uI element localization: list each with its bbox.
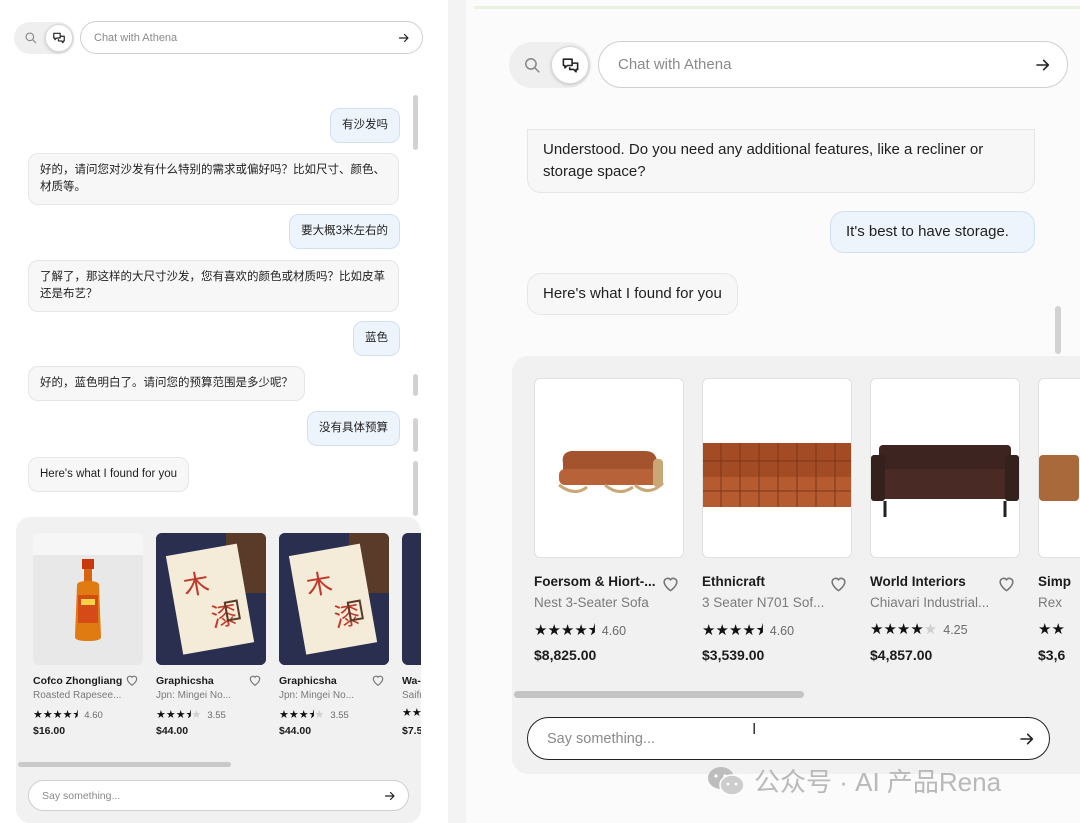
say-placeholder: Say something... xyxy=(42,789,121,802)
product-brand: Simp xyxy=(1038,574,1072,589)
product-rating: ★★★★⯨ 4.60 xyxy=(534,622,627,639)
chat-bubbles-icon[interactable] xyxy=(551,46,589,84)
assistant-message: 好的，请问您对沙发有什么特别的需求或偏好吗？比如尺寸、颜色、材质等。 xyxy=(28,153,399,205)
say-something-input[interactable]: Say something... xyxy=(28,780,409,811)
top-accent-line xyxy=(474,6,1080,9)
product-name: Chiavari Industrial... xyxy=(870,595,990,610)
product-name: Rex xyxy=(1038,595,1063,610)
product-image-sofa-tan xyxy=(1038,378,1080,558)
product-card[interactable]: Foersom & Hiort-... Nest 3-Seater Sofa ★… xyxy=(534,378,684,668)
right-chat-panel: Chat with Athena Understood. Do you need… xyxy=(466,0,1080,823)
product-card[interactable]: Cofco Zhongliang Roasted Rapesee... ★★★★… xyxy=(33,533,143,743)
product-rating: ★★★⯨★ 3.55 xyxy=(279,709,349,721)
assistant-message: Here's what I found for you xyxy=(527,273,738,315)
scrollbar-thumb[interactable] xyxy=(1055,306,1061,354)
scrollbar-thumb[interactable] xyxy=(413,95,418,150)
arrow-right-icon[interactable] xyxy=(1019,731,1035,747)
arrow-right-icon[interactable] xyxy=(398,32,410,44)
watermark-text: 公众号 · AI 产品Rena xyxy=(754,767,1002,797)
product-brand: Cofco Zhongliang xyxy=(33,675,123,687)
search-chat-input[interactable]: Chat with Athena xyxy=(598,41,1068,88)
user-message: 蓝色 xyxy=(353,321,400,356)
search-placeholder: Chat with Athena xyxy=(94,31,178,44)
scrollbar-thumb[interactable] xyxy=(413,461,418,516)
user-message: 要大概3米左右的 xyxy=(289,214,400,249)
product-name: Jpn: Mingei No... xyxy=(156,690,232,701)
product-rating: ★★★⯨★ 3.55 xyxy=(156,709,226,721)
chat-bubbles-icon[interactable] xyxy=(45,24,73,52)
product-image-sofa-tufted xyxy=(702,378,852,558)
say-placeholder: Say something... xyxy=(547,730,655,747)
scrollbar-thumb[interactable] xyxy=(413,374,418,396)
product-card[interactable]: 木漆 Graphicsha Jpn: Mingei No... ★★★⯨★ 3.5… xyxy=(279,533,389,743)
product-brand: Graphicsha xyxy=(156,675,214,687)
scrollbar-thumb[interactable] xyxy=(413,418,418,452)
product-image-sofa-rattan xyxy=(534,378,684,558)
product-brand: Graphicsha xyxy=(279,675,337,687)
product-name: Jpn: Mingei No... xyxy=(279,690,355,701)
search-chat-input[interactable]: Chat with Athena xyxy=(80,21,423,54)
wechat-icon xyxy=(708,766,745,796)
product-card[interactable]: 木漆 Graphicsha Jpn: Mingei No... ★★★⯨★ 3.5… xyxy=(156,533,266,743)
text-cursor-icon: I xyxy=(752,721,757,738)
product-price: $44.00 xyxy=(279,725,312,737)
search-icon[interactable] xyxy=(17,24,45,52)
product-rating: ★★ xyxy=(1038,621,1065,638)
product-name: Roasted Rapesee... xyxy=(33,690,122,701)
product-brand: World Interiors xyxy=(870,574,966,589)
user-message: 有沙发吗 xyxy=(330,108,400,143)
product-price: $3,6 xyxy=(1038,647,1066,663)
left-chat-panel: Chat with Athena 有沙发吗 好的，请问您对沙发有什么特别的需求或… xyxy=(0,0,448,823)
horizontal-scrollbar-thumb[interactable] xyxy=(514,691,804,698)
panel-divider xyxy=(448,0,466,823)
product-image-oil-bottle xyxy=(33,533,143,665)
product-image-book-cover: 木漆 xyxy=(279,533,389,665)
product-rating: ★★★★★ 4.25 xyxy=(870,621,968,638)
search-placeholder: Chat with Athena xyxy=(618,56,732,73)
product-card[interactable]: Simp Rex ★★ $3,6 xyxy=(1038,378,1080,668)
product-price: $8,825.00 xyxy=(534,647,597,663)
product-image-book-cover: 木漆 xyxy=(156,533,266,665)
product-card[interactable]: Ethnicraft 3 Seater N701 Sof... ★★★★⯨ 4.6… xyxy=(702,378,852,668)
assistant-message: 好的，蓝色明白了。请问您的预算范围是多少呢？ xyxy=(28,366,305,401)
watermark: 公众号 · AI 产品Rena xyxy=(706,762,1001,799)
product-name: Saifu xyxy=(402,690,421,701)
product-card[interactable]: World Interiors Chiavari Industrial... ★… xyxy=(870,378,1020,668)
svg-text:木: 木 xyxy=(181,568,212,602)
product-image-book-cover xyxy=(402,533,421,665)
product-price: $3,539.00 xyxy=(702,647,765,663)
product-brand: Ethnicraft xyxy=(702,574,766,589)
svg-text:木: 木 xyxy=(304,568,335,602)
product-card[interactable]: Wa- Saifu ★★ $7.5 xyxy=(402,533,421,743)
product-name: 3 Seater N701 Sof... xyxy=(702,595,825,610)
assistant-message: Understood. Do you need any additional f… xyxy=(527,129,1035,193)
user-message: 没有具体预算 xyxy=(307,411,400,446)
product-name: Nest 3-Seater Sofa xyxy=(534,595,649,610)
product-brand: Wa- xyxy=(402,675,421,687)
product-rating: ★★★★⯨ 4.60 xyxy=(33,709,103,721)
mode-toggle xyxy=(509,42,591,88)
assistant-message: Here's what I found for you xyxy=(28,457,190,492)
product-carousel: Foersom & Hiort-... Nest 3-Seater Sofa ★… xyxy=(512,356,1080,774)
assistant-message: 了解了，那这样的大尺寸沙发，您有喜欢的颜色或材质吗？比如皮革还是布艺？ xyxy=(28,260,399,312)
product-price: $44.00 xyxy=(156,725,189,737)
arrow-right-icon[interactable] xyxy=(384,790,396,802)
product-rating: ★★ xyxy=(402,707,421,719)
say-something-input[interactable]: Say something... xyxy=(527,717,1050,760)
product-price: $7.5 xyxy=(402,725,421,737)
arrow-right-icon[interactable] xyxy=(1035,57,1051,73)
search-icon[interactable] xyxy=(513,46,551,84)
product-price: $4,857.00 xyxy=(870,647,933,663)
product-image-sofa-dark xyxy=(870,378,1020,558)
user-message: It's best to have storage. xyxy=(830,211,1035,253)
mode-toggle xyxy=(14,22,74,54)
product-rating: ★★★★⯨ 4.60 xyxy=(702,622,795,639)
product-carousel: Cofco Zhongliang Roasted Rapesee... ★★★★… xyxy=(16,517,421,823)
product-price: $16.00 xyxy=(33,725,66,737)
product-brand: Foersom & Hiort-... xyxy=(534,574,656,589)
horizontal-scrollbar-thumb[interactable] xyxy=(18,762,231,767)
